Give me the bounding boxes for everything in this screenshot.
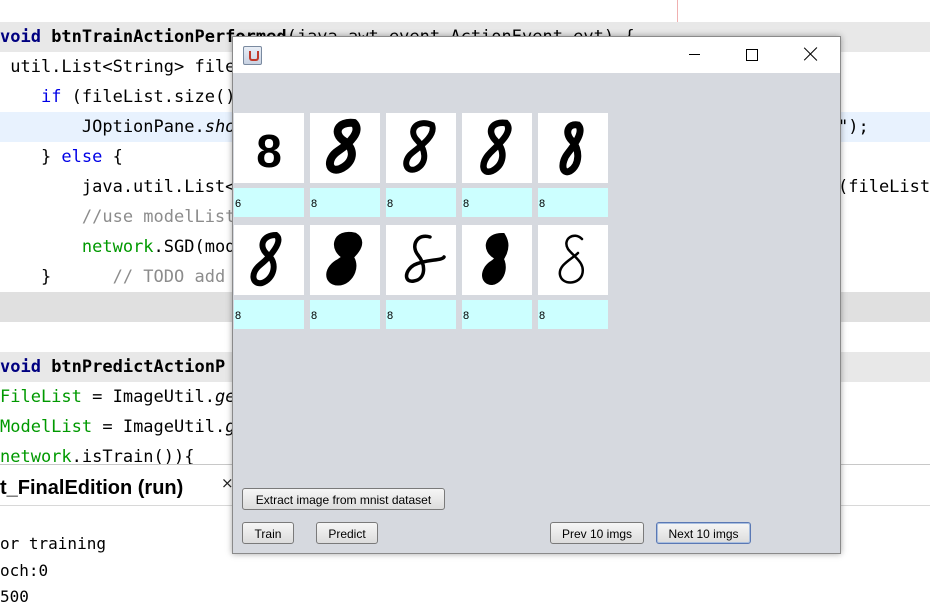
output-tab[interactable]: t_FinalEdition (run) [0, 470, 183, 506]
prediction-label-5: 8 [538, 188, 608, 217]
code-token: network [81, 237, 154, 257]
prediction-label-6: 8 [234, 300, 304, 329]
code-token: } [0, 147, 62, 167]
digit-image-8 [386, 225, 456, 295]
java-cup-icon [243, 46, 262, 65]
code-token: // TODO add [112, 267, 226, 287]
code-token: void [0, 27, 52, 47]
window-titlebar[interactable] [233, 37, 840, 73]
digit-image-10 [538, 225, 608, 295]
predict-button[interactable]: Predict [316, 522, 378, 544]
close-button[interactable] [781, 37, 839, 73]
train-button[interactable]: Train [242, 522, 294, 544]
output-line: or training [0, 534, 106, 553]
code-token: { [102, 147, 123, 167]
output-line: och:0 [0, 561, 49, 580]
prediction-label-2: 8 [310, 188, 380, 217]
code-token: else [61, 147, 103, 167]
maximize-icon [746, 49, 758, 61]
prediction-label-1: 6 [234, 188, 304, 217]
prediction-label-10: 8 [538, 300, 608, 329]
prediction-label-9: 8 [462, 300, 532, 329]
minimize-icon [689, 54, 700, 55]
digit-image-5 [538, 113, 608, 183]
prediction-label-7: 8 [310, 300, 380, 329]
extract-mnist-button[interactable]: Extract image from mnist dataset [242, 488, 445, 510]
mnist-app-window: 8 6 8 8 8 8 8 8 8 8 8 Extract image from… [232, 36, 841, 554]
code-token: } [0, 267, 113, 287]
next-images-button[interactable]: Next 10 imgs [656, 522, 751, 544]
code-token: if [40, 87, 62, 107]
code-token: = ImageUtil. [81, 387, 215, 407]
digit-image-1: 8 [234, 113, 304, 183]
code-token: FileList [0, 387, 82, 407]
prediction-label-3: 8 [386, 188, 456, 217]
code-token: void [0, 357, 52, 377]
digit-image-6 [234, 225, 304, 295]
digit-image-3 [386, 113, 456, 183]
svg-text:8: 8 [256, 125, 282, 177]
code-token: //use modelList [0, 207, 236, 227]
close-icon [803, 45, 819, 63]
code-token: ModelList [0, 417, 93, 437]
output-line: 500 [0, 587, 29, 606]
code-token-tail: (fileList) [838, 177, 930, 197]
code-token-tail: "); [838, 117, 869, 137]
prediction-label-8: 8 [386, 300, 456, 329]
digit-image-2 [310, 113, 380, 183]
digit-image-4 [462, 113, 532, 183]
prev-images-button[interactable]: Prev 10 imgs [550, 522, 644, 544]
digit-image-7 [310, 225, 380, 295]
code-token: (fileList.size() [61, 87, 236, 107]
code-token: JOptionPane. [0, 117, 205, 137]
code-token: btnPredictActionP [51, 357, 226, 377]
maximize-button[interactable] [723, 37, 781, 73]
digit-image-9 [462, 225, 532, 295]
code-token: java.util.List<I [0, 177, 246, 197]
prediction-label-4: 8 [462, 188, 532, 217]
minimize-button[interactable] [665, 37, 723, 73]
code-token: util.List<String> fileL [0, 57, 246, 77]
code-token: = ImageUtil. [92, 417, 226, 437]
